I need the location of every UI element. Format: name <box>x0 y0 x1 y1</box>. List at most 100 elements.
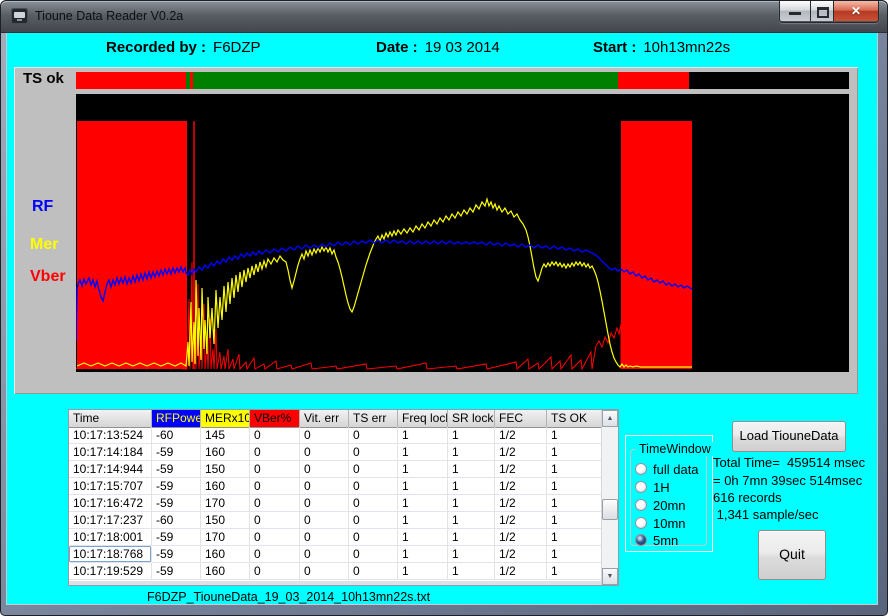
table-cell[interactable]: 0 <box>349 563 398 580</box>
table-cell[interactable]: 1/2 <box>495 461 547 478</box>
column-header[interactable]: TS OK <box>547 410 602 428</box>
table-cell[interactable]: 0 <box>349 444 398 461</box>
table-cell[interactable]: 170 <box>201 529 250 546</box>
table-cell[interactable]: 1/2 <box>495 427 547 444</box>
table-cell[interactable]: 10:17:17:237 <box>69 512 152 529</box>
table-cell[interactable]: 0 <box>300 495 349 512</box>
column-header[interactable]: SR lock <box>448 410 495 428</box>
table-cell[interactable]: 1/2 <box>495 495 547 512</box>
radio-icon[interactable] <box>635 499 647 511</box>
table-cell[interactable]: 1 <box>398 427 448 444</box>
column-header[interactable]: VBer% <box>250 410 300 428</box>
table-cell[interactable]: 0 <box>349 512 398 529</box>
table-cell[interactable]: 150 <box>201 461 250 478</box>
table-cell[interactable]: 1 <box>398 546 448 563</box>
table-cell[interactable]: 1 <box>398 444 448 461</box>
table-cell[interactable]: 10:17:14:184 <box>69 444 152 461</box>
table-cell[interactable]: 1 <box>398 478 448 495</box>
table-cell[interactable]: 0 <box>250 546 300 563</box>
column-header[interactable]: Vit. err <box>300 410 349 428</box>
table-cell[interactable]: 1 <box>448 495 495 512</box>
table-cell[interactable]: 160 <box>201 546 250 563</box>
table-cell[interactable]: -59 <box>152 529 201 546</box>
table-cell[interactable]: 1 <box>448 512 495 529</box>
table-cell[interactable]: 1 <box>398 495 448 512</box>
table-cell[interactable]: 0 <box>349 546 398 563</box>
load-tiounedata-button[interactable]: Load TiouneData <box>732 421 846 452</box>
table-cell[interactable]: 1/2 <box>495 478 547 495</box>
column-header[interactable]: MERx10 <box>201 410 250 428</box>
table-cell[interactable]: 1 <box>547 444 602 461</box>
table-cell[interactable]: 1/2 <box>495 529 547 546</box>
table-cell[interactable]: 1 <box>398 563 448 580</box>
table-cell[interactable]: 10:17:16:472 <box>69 495 152 512</box>
table-cell[interactable]: 0 <box>250 478 300 495</box>
table-cell[interactable]: 10:17:15:707 <box>69 478 152 495</box>
table-cell[interactable]: 1 <box>448 444 495 461</box>
table-cell[interactable]: 1 <box>448 461 495 478</box>
table-cell[interactable]: 10:17:19:529 <box>69 563 152 580</box>
table-cell[interactable]: 145 <box>201 427 250 444</box>
table-cell[interactable]: -59 <box>152 461 201 478</box>
table-cell[interactable]: 1 <box>448 478 495 495</box>
scrollbar-thumb[interactable] <box>602 499 618 520</box>
table-cell[interactable]: 0 <box>349 478 398 495</box>
table-cell[interactable]: -59 <box>152 546 201 563</box>
table-cell[interactable]: 1 <box>448 529 495 546</box>
table-cell[interactable]: 0 <box>300 546 349 563</box>
table-cell[interactable]: 0 <box>250 444 300 461</box>
table-cell[interactable]: 1/2 <box>495 546 547 563</box>
table-cell[interactable]: 10:17:18:001 <box>69 529 152 546</box>
table-cell[interactable]: 1 <box>547 563 602 580</box>
table-cell[interactable]: 0 <box>349 427 398 444</box>
table-cell[interactable]: 160 <box>201 444 250 461</box>
table-cell[interactable]: 1 <box>547 427 602 444</box>
scroll-down-arrow-icon[interactable]: ▼ <box>602 568 618 585</box>
grid-vertical-scrollbar[interactable]: ▲ ▼ <box>601 410 618 585</box>
table-cell[interactable]: 0 <box>300 478 349 495</box>
table-cell[interactable]: 10:17:13:524 <box>69 427 152 444</box>
table-cell[interactable]: 0 <box>300 563 349 580</box>
table-cell[interactable]: -59 <box>152 495 201 512</box>
table-cell[interactable]: 0 <box>300 444 349 461</box>
table-cell[interactable]: 1 <box>547 495 602 512</box>
time-window-option-5mn[interactable]: 5mn <box>635 533 678 547</box>
close-button[interactable]: ✕ <box>834 1 878 21</box>
column-header[interactable]: TS err <box>349 410 398 428</box>
column-header[interactable]: FEC <box>495 410 547 428</box>
table-cell[interactable]: 0 <box>349 529 398 546</box>
minimize-button[interactable] <box>780 1 811 21</box>
time-window-option-1H[interactable]: 1H <box>635 480 670 494</box>
scroll-up-arrow-icon[interactable]: ▲ <box>602 410 618 427</box>
table-cell[interactable]: 0 <box>250 563 300 580</box>
table-cell[interactable]: 1 <box>448 563 495 580</box>
radio-icon[interactable] <box>635 463 647 475</box>
time-window-option-20mn[interactable]: 20mn <box>635 498 686 512</box>
table-cell[interactable]: 1 <box>547 512 602 529</box>
table-cell[interactable]: 1 <box>398 512 448 529</box>
radio-icon[interactable] <box>635 534 647 546</box>
table-cell[interactable]: 0 <box>250 512 300 529</box>
table-cell[interactable]: 0 <box>250 461 300 478</box>
table-cell[interactable]: 0 <box>300 529 349 546</box>
maximize-button[interactable] <box>811 1 834 21</box>
table-cell[interactable]: 1/2 <box>495 512 547 529</box>
table-cell[interactable]: 0 <box>250 427 300 444</box>
time-window-option-10mn[interactable]: 10mn <box>635 516 686 530</box>
table-cell[interactable]: 0 <box>300 512 349 529</box>
quit-button[interactable]: Quit <box>758 530 826 580</box>
table-cell[interactable]: 1/2 <box>495 563 547 580</box>
table-cell[interactable]: 1 <box>448 427 495 444</box>
table-cell[interactable]: 1 <box>547 529 602 546</box>
table-cell[interactable]: 0 <box>250 529 300 546</box>
table-cell[interactable]: -59 <box>152 478 201 495</box>
table-cell[interactable]: 10:17:14:944 <box>69 461 152 478</box>
table-cell[interactable]: 1/2 <box>495 444 547 461</box>
table-cell[interactable]: 0 <box>349 495 398 512</box>
column-header[interactable]: Freq lock <box>398 410 448 428</box>
table-cell[interactable]: -60 <box>152 512 201 529</box>
radio-icon[interactable] <box>635 481 647 493</box>
table-cell[interactable]: 0 <box>300 427 349 444</box>
table-cell[interactable]: 1 <box>448 546 495 563</box>
table-cell[interactable]: 160 <box>201 563 250 580</box>
